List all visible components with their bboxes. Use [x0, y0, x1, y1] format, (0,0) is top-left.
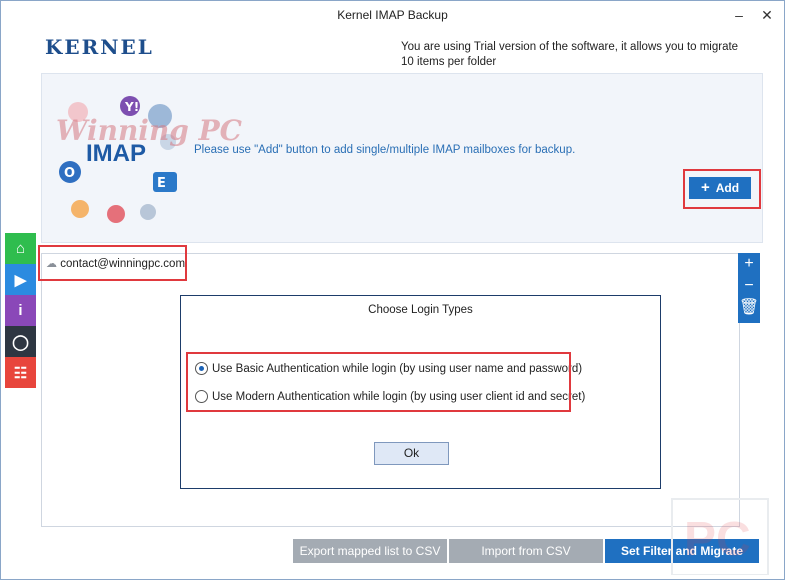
title-bar: Kernel IMAP Backup – ✕ [1, 1, 784, 29]
info-icon[interactable]: i [5, 295, 36, 326]
sidebar: ⌂ ▶ i ◯ ☷ [5, 233, 36, 388]
video-icon[interactable]: ▶ [5, 264, 36, 295]
remove-mailbox-icon[interactable]: − [738, 275, 760, 297]
export-csv-button[interactable]: Export mapped list to CSV [293, 539, 447, 563]
corner-pc-watermark: PC [666, 493, 774, 576]
app-window: Kernel IMAP Backup – ✕ KERNEL You are us… [0, 0, 785, 580]
home-icon[interactable]: ⌂ [5, 233, 36, 264]
trial-notice: You are using Trial version of the softw… [401, 41, 739, 68]
mailbox-highlight-box [38, 245, 187, 281]
list-toolbar: + − 🗑 [738, 253, 760, 323]
add-mailbox-icon[interactable]: + [738, 253, 760, 275]
kernel-logo: KERNEL [45, 35, 154, 59]
header: KERNEL You are using Trial version of th… [1, 29, 784, 73]
svg-text:E: E [157, 176, 166, 191]
dialog-title: Choose Login Types [368, 304, 473, 316]
pc-watermark-icon: PC [671, 498, 769, 576]
auth-options-highlight-box [186, 352, 571, 412]
pc-watermark-text: PC [684, 513, 751, 566]
cart-icon[interactable]: ☷ [5, 357, 36, 388]
svg-text:Y!: Y! [124, 100, 139, 114]
svg-text:O: O [64, 166, 75, 181]
window-title: Kernel IMAP Backup [337, 8, 448, 22]
ok-button[interactable]: Ok [374, 442, 449, 465]
add-hint-text: Please use "Add" button to add single/mu… [194, 144, 576, 156]
close-button[interactable]: ✕ [753, 5, 781, 25]
import-csv-button[interactable]: Import from CSV [449, 539, 603, 563]
banner: Y! O E Winning PC IMAP Please use "Add" … [41, 73, 763, 243]
winningpc-watermark: Winning PC [56, 114, 242, 147]
imap-label: IMAP [86, 140, 146, 167]
support-icon[interactable]: ◯ [5, 326, 36, 357]
trash-icon[interactable]: 🗑 [738, 297, 760, 319]
add-highlight-box [683, 169, 761, 209]
minimize-button[interactable]: – [725, 5, 753, 25]
